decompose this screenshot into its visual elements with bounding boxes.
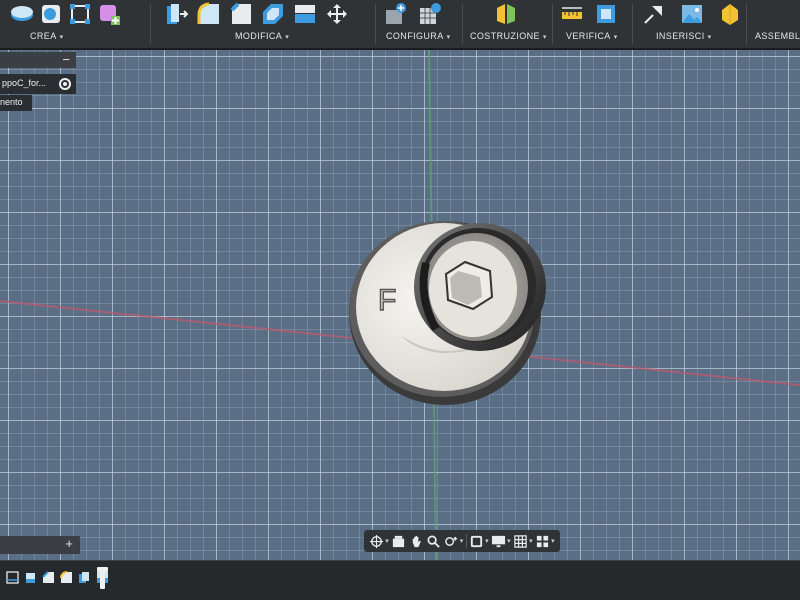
configura-group: CONFIGURA ▾	[384, 0, 454, 48]
add-comment-button[interactable]: +	[65, 536, 73, 551]
insert-image-icon[interactable]	[680, 2, 704, 26]
inserisci-label[interactable]: INSERISCI ▾	[656, 31, 712, 41]
timeline-chamfer-icon[interactable]	[60, 571, 73, 584]
display-settings-button[interactable]: ▾	[469, 534, 489, 549]
browser-item-row[interactable]: nento	[0, 95, 32, 111]
create-form-icon[interactable]	[97, 2, 121, 26]
modifica-group: MODIFICA ▾	[165, 0, 365, 48]
fit-button[interactable]: ▾	[444, 534, 463, 549]
browser-item-label: nento	[0, 97, 23, 107]
collapse-browser-button[interactable]: −	[62, 52, 70, 67]
configure-parameters-icon[interactable]	[384, 2, 408, 26]
timeline-press-pull-icon[interactable]	[78, 571, 91, 584]
timeline-features	[6, 571, 109, 584]
crea-label[interactable]: CREA ▾	[30, 31, 64, 41]
zoom-button[interactable]	[426, 534, 441, 549]
chamfer-icon[interactable]	[229, 2, 253, 26]
3d-model-part[interactable]: F	[340, 205, 560, 415]
zoom-icon	[427, 535, 440, 548]
engraved-letter: F	[378, 284, 396, 317]
browser-header: −	[0, 52, 76, 68]
construction-plane-icon[interactable]	[494, 2, 518, 26]
component-name: ppoC_for...	[2, 78, 47, 88]
grid-icon	[514, 534, 527, 548]
toolbar-separator	[552, 4, 553, 44]
toolbar-separator	[375, 4, 376, 44]
toolbar-separator	[746, 4, 747, 44]
timeline-marker[interactable]	[100, 569, 105, 589]
toolbar-separator	[462, 4, 463, 44]
viewports-icon	[537, 535, 549, 547]
shell-icon[interactable]	[261, 2, 285, 26]
insert-derive-icon[interactable]	[642, 2, 666, 26]
costruzione-group: COSTRUZIONE ▾	[468, 0, 548, 48]
orbit-icon	[370, 534, 384, 548]
timeline-extrude-icon[interactable]	[24, 571, 37, 584]
verifica-label[interactable]: VERIFICA ▾	[566, 31, 618, 41]
configuration-table-icon[interactable]	[418, 2, 442, 26]
timeline-sketch-icon[interactable]	[6, 571, 19, 584]
toolbar-separator	[150, 4, 151, 44]
pan-button[interactable]	[409, 534, 424, 549]
navbar-separator	[465, 534, 467, 548]
timeline-fillet-icon[interactable]	[42, 571, 55, 584]
combine-icon[interactable]	[293, 2, 317, 26]
monitor-icon	[492, 535, 506, 547]
crea-group: CREA ▾	[10, 0, 130, 48]
modifica-label[interactable]: MODIFICA ▾	[235, 31, 289, 41]
fit-icon	[444, 536, 457, 546]
insert-decal-icon[interactable]	[718, 2, 742, 26]
verifica-group: VERIFICA ▾	[560, 0, 630, 48]
assemblea-group: ASSEMBL	[752, 0, 800, 48]
activate-component-radio[interactable]	[59, 78, 71, 90]
navigation-bar: ▾ ▾ ▾ ▾ ▾ ▾	[364, 530, 560, 552]
assemblea-label[interactable]: ASSEMBL	[755, 31, 800, 41]
configura-label[interactable]: CONFIGURA ▾	[386, 31, 451, 41]
measure-icon[interactable]	[560, 2, 584, 26]
viewports-button[interactable]: ▾	[535, 534, 555, 549]
look-at-icon	[393, 535, 405, 547]
look-at-button[interactable]	[391, 534, 406, 549]
inserisci-group: INSERISCI ▾	[642, 0, 742, 48]
press-pull-icon[interactable]	[165, 2, 189, 26]
costruzione-label[interactable]: COSTRUZIONE ▾	[470, 31, 547, 41]
toolbar: CREA ▾ MODIFICA ▾ CONFIGURA ▾ COSTRUZION…	[0, 0, 800, 50]
browser-component-row[interactable]: ppoC_for...	[0, 74, 76, 94]
timeline-bar	[0, 560, 800, 600]
comments-panel: +	[0, 536, 80, 554]
fillet-icon[interactable]	[197, 2, 221, 26]
extrude-icon[interactable]	[10, 2, 34, 26]
display-settings-icon	[471, 535, 483, 547]
toolbar-separator	[632, 4, 633, 44]
visual-style-button[interactable]: ▾	[491, 534, 511, 549]
move-icon[interactable]	[325, 2, 349, 26]
grid-settings-button[interactable]: ▾	[513, 534, 533, 549]
orbit-button[interactable]: ▾	[369, 534, 389, 549]
sketch-rectangle-icon[interactable]	[68, 2, 92, 26]
pan-hand-icon	[412, 535, 421, 547]
revolve-icon[interactable]	[39, 2, 63, 26]
section-analysis-icon[interactable]	[594, 2, 618, 26]
